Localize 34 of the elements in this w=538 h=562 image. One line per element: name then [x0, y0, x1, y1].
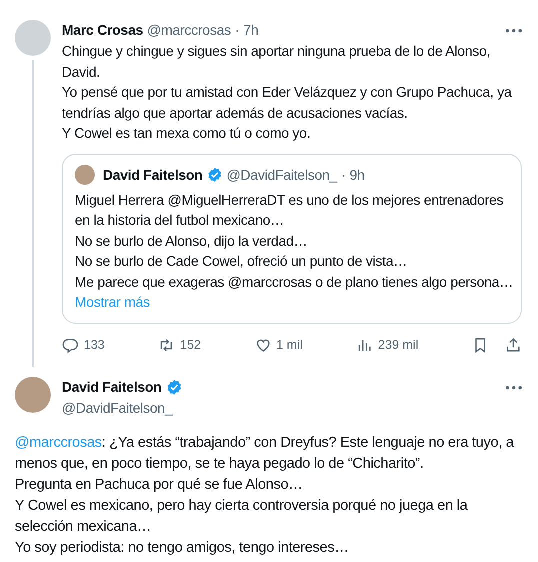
avatar [15, 20, 51, 56]
tweet-text: Yo soy periodista: no tengo amigos, tengo intereses… [15, 538, 350, 558]
views-button[interactable]: 239 mil [356, 336, 419, 355]
author-handle: @DavidFaitelson_ [226, 166, 338, 185]
tweet-text: Chingue y chingue y sigues sin aportar ninguna prueba de lo de Alonso, David. [62, 42, 492, 82]
avatar [75, 165, 95, 185]
share-button[interactable] [504, 336, 522, 354]
quoted-text: Miguel Herrera @MiguelHerreraDT es uno de los mejores entrenadores en la historia del futbol mexicano… [75, 190, 505, 230]
tweet-text: Y Cowel es mexicano, pero hay cierta controversia porqué no juega en la selección mexicana… [15, 496, 469, 537]
separator-dot: · [341, 166, 346, 184]
timestamp: 7h [244, 21, 259, 40]
share-icon [504, 336, 522, 354]
author-handle: @marccrosas [147, 21, 232, 40]
quoted-text: No se burlo de Cade Cowel, ofreció un punto de vista… [75, 252, 408, 271]
author-name: David Faitelson [103, 166, 203, 184]
quoted-text: No se burlo de Alonso, dijo la verdad… [75, 232, 309, 251]
tweet-text: Yo pensé que por tu amistad con Eder Velázquez y con Grupo Pachuca, ya tendrías algo que aportar además de acusaciones vacías. [62, 83, 513, 123]
author-handle: @DavidFaitelson_ [62, 398, 174, 418]
quoted-tweet-card[interactable] [62, 154, 522, 324]
more-icon [506, 29, 522, 34]
tweet-text: Pregunta en Pachuca por qué se fue Alonso… [15, 476, 304, 495]
reply-icon [62, 336, 79, 354]
avatar [15, 376, 51, 413]
more-icon [506, 386, 522, 390]
like-button[interactable]: 1 mil [254, 336, 303, 355]
repost-button[interactable]: 152 [158, 336, 202, 355]
timestamp: 9h [350, 166, 365, 184]
author-name: David Faitelson [62, 378, 162, 397]
author-name: Marc Crosas [62, 21, 144, 40]
heart-icon [254, 336, 272, 354]
tweet-text: @marccrosas: ¿Ya estás “trabajando” con Dreyfus? Este lenguaje no era tuyo, a menos que, en poco tiempo, se te haya pegado lo de “Chicharito”. [15, 434, 516, 474]
reply-button[interactable]: 133 [62, 336, 105, 355]
separator-dot: · [235, 21, 240, 40]
tweet-text: Y Cowel es tan mexa como tú o como yo. [62, 124, 312, 143]
